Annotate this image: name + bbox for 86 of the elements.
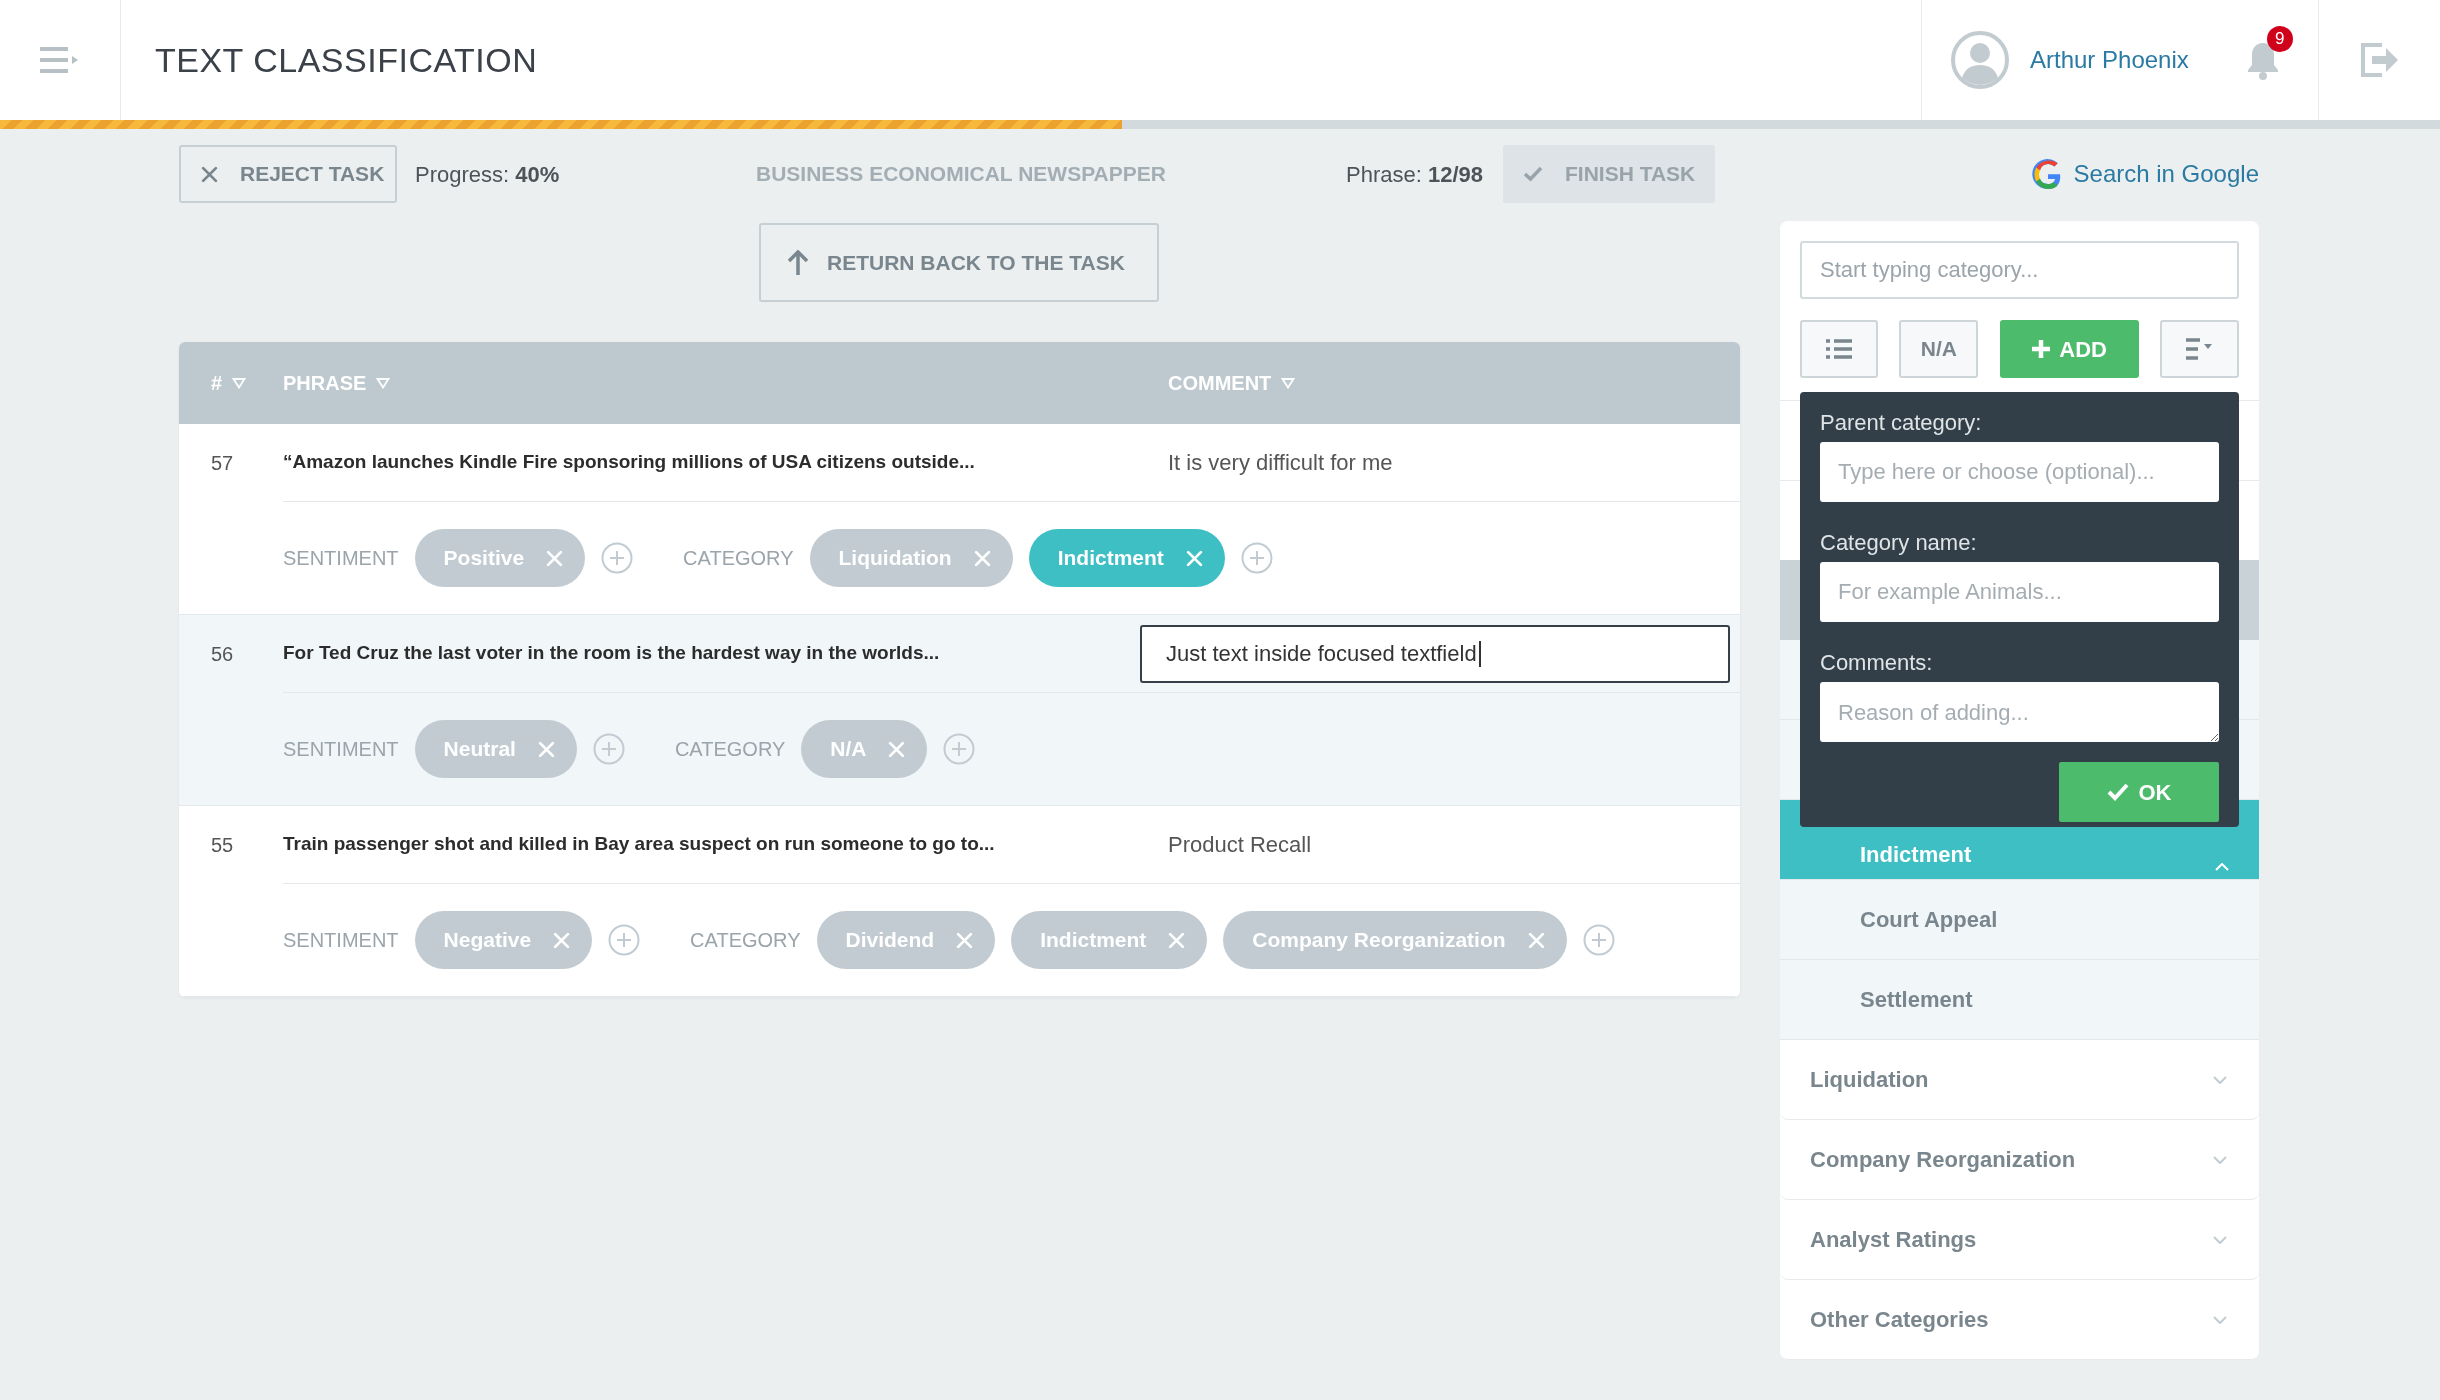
user-name[interactable]: Arthur Phoenix xyxy=(2030,42,2189,78)
column-header[interactable]: # xyxy=(179,368,283,398)
notification-badge: 9 xyxy=(2266,26,2293,52)
remove-icon xyxy=(546,549,564,567)
chevron-down-icon xyxy=(2213,1235,2227,1244)
remove-icon xyxy=(1185,549,1203,567)
chevron-down-icon xyxy=(2213,1315,2227,1324)
comment-field[interactable]: Just text inside focused textfield xyxy=(1140,624,1730,683)
sort-icon xyxy=(232,377,247,389)
remove-icon xyxy=(553,931,571,949)
remove-icon xyxy=(888,740,906,758)
remove-icon xyxy=(537,740,555,758)
field-label: Category name: xyxy=(1820,529,1978,557)
tag-chip[interactable]: Indictment xyxy=(1011,911,1208,969)
tag-chip[interactable]: Negative xyxy=(414,911,593,969)
return-to-task-button[interactable]: RETURN BACK TO THE TASK xyxy=(759,223,1159,302)
add-tag-icon[interactable] xyxy=(1240,542,1273,574)
category-label: CATEGORY xyxy=(683,546,794,571)
sentiment-label: SENTIMENT xyxy=(283,546,399,571)
category-search-field[interactable]: Start typing category... xyxy=(1800,241,2239,299)
remove-icon xyxy=(973,549,991,567)
add-tag-icon[interactable] xyxy=(601,542,634,574)
row-number: 55 xyxy=(211,834,234,856)
comment-text: It is very difficult for me xyxy=(1167,449,1394,477)
reject-task-button[interactable]: REJECT TASK xyxy=(179,145,397,203)
tag-chip[interactable]: Dividend xyxy=(816,911,996,969)
page-title: TEXT CLASSIFICATION xyxy=(155,39,538,81)
sentiment-label: SENTIMENT xyxy=(283,928,399,953)
comment-text: Product Recall xyxy=(1167,831,1313,859)
google-search-link[interactable]: Search in Google xyxy=(2073,156,2259,192)
table-row[interactable]: 57 “Amazon launches Kindle Fire sponsoring millions of USA citizens outside... It is very difficult for me SENTIMENT Positive CATEGORY Liquidation Indictment xyxy=(179,424,1740,615)
remove-icon xyxy=(1527,931,1545,949)
phrase-counter: Phrase: 12/98 xyxy=(1346,160,1483,189)
sort-menu-icon xyxy=(2186,338,2213,360)
field-label: Comments: xyxy=(1820,649,1934,677)
na-button[interactable]: N/A xyxy=(1899,320,1979,378)
comments-field[interactable]: Reason of adding... xyxy=(1820,682,2219,742)
phrase-text: Train passenger shot and killed in Bay area suspect on run someone to go to... xyxy=(283,833,995,855)
sort-icon xyxy=(1281,377,1296,389)
add-tag-icon[interactable] xyxy=(608,924,641,956)
progress-text: Progress: 40% xyxy=(415,160,561,189)
row-number: 56 xyxy=(211,643,234,665)
tag-chip[interactable]: N/A xyxy=(801,720,928,778)
arrow-up-icon xyxy=(787,249,809,276)
phrase-text: “Amazon launches Kindle Fire sponsoring millions of USA citizens outside... xyxy=(283,451,975,473)
plus-icon xyxy=(2031,339,2052,359)
tag-chip[interactable]: Liquidation xyxy=(809,529,1013,587)
subcategory-item[interactable]: Settlement xyxy=(1780,960,2259,1040)
row-number: 57 xyxy=(211,452,234,474)
list-icon xyxy=(1826,339,1852,359)
chevron-down-icon xyxy=(2213,1155,2227,1164)
list-view-button[interactable] xyxy=(1800,320,1878,378)
subcategory-item[interactable]: Court Appeal xyxy=(1780,880,2259,960)
text-field[interactable]: Type here or choose (optional)... xyxy=(1820,442,2219,502)
avatar-icon[interactable] xyxy=(1950,30,2010,90)
close-icon xyxy=(201,165,218,183)
chevron-up-icon xyxy=(2215,863,2229,871)
phrase-text: For Ted Cruz the last voter in the room is the hardest way in the worlds... xyxy=(283,642,940,664)
menu-icon[interactable] xyxy=(40,47,80,73)
chevron-down-icon xyxy=(2213,1075,2227,1084)
add-button[interactable]: ADD xyxy=(1999,320,2139,378)
text-field[interactable]: For example Animals... xyxy=(1820,562,2219,622)
add-tag-icon[interactable] xyxy=(1582,924,1615,956)
tag-chip[interactable]: Neutral xyxy=(414,720,577,778)
add-tag-icon[interactable] xyxy=(592,733,625,765)
logout-icon[interactable] xyxy=(2359,43,2400,77)
category-label: CATEGORY xyxy=(690,928,801,953)
column-header[interactable]: PHRASE xyxy=(283,368,1140,398)
table-row[interactable]: 55 Train passenger shot and killed in Bay area suspect on run someone to go to... Product Recall SENTIMENT Negative CATEGORY Dividend Indictment Company Reorganization xyxy=(179,806,1740,997)
column-header[interactable]: COMMENT xyxy=(1140,368,1740,398)
category-label: CATEGORY xyxy=(674,737,786,762)
tag-chip[interactable]: Positive xyxy=(414,529,586,587)
table-row[interactable]: 56 For Ted Cruz the last voter in the room is the hardest way in the worlds... Just text inside focused textfield SENTIMENT Neutral CATEGORY N/A xyxy=(179,615,1740,806)
tag-chip[interactable]: Company Reorganization xyxy=(1223,911,1567,969)
remove-icon xyxy=(956,931,974,949)
check-icon xyxy=(2106,783,2129,801)
remove-icon xyxy=(1168,931,1186,949)
tag-chip[interactable]: Indictment xyxy=(1028,529,1225,587)
sort-options-button[interactable] xyxy=(2160,320,2239,378)
field-label: Parent category: xyxy=(1820,409,1983,437)
sort-icon xyxy=(376,377,391,389)
sentiment-label: SENTIMENT xyxy=(283,737,399,762)
ok-button[interactable]: OK xyxy=(2059,762,2219,822)
add-tag-icon[interactable] xyxy=(943,733,976,765)
source-name: BUSINESS ECONOMICAL NEWSPAPPER xyxy=(756,161,1167,188)
check-icon xyxy=(1523,166,1543,182)
